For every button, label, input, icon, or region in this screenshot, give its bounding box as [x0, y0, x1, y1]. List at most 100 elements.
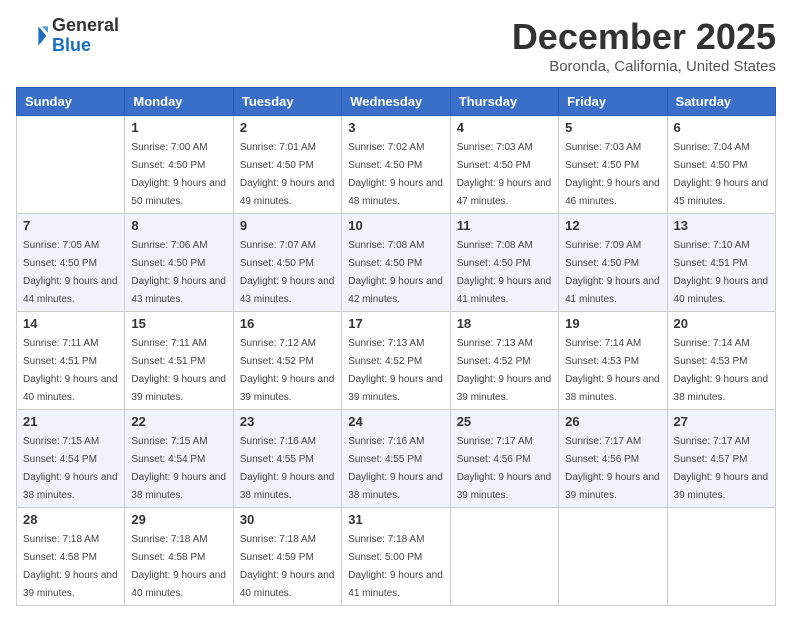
calendar-cell: 22 Sunrise: 7:15 AMSunset: 4:54 PMDaylig…	[125, 410, 233, 508]
day-number: 31	[348, 512, 443, 527]
calendar-cell: 24 Sunrise: 7:16 AMSunset: 4:55 PMDaylig…	[342, 410, 450, 508]
day-number: 21	[23, 414, 118, 429]
calendar-cell: 10 Sunrise: 7:08 AMSunset: 4:50 PMDaylig…	[342, 214, 450, 312]
day-number: 1	[131, 120, 226, 135]
day-info: Sunrise: 7:18 AMSunset: 5:00 PMDaylight:…	[348, 534, 443, 599]
day-info: Sunrise: 7:08 AMSunset: 4:50 PMDaylight:…	[457, 240, 552, 305]
weekday-header: Saturday	[667, 88, 775, 116]
day-number: 10	[348, 218, 443, 233]
day-info: Sunrise: 7:05 AMSunset: 4:50 PMDaylight:…	[23, 240, 118, 305]
calendar-cell: 5 Sunrise: 7:03 AMSunset: 4:50 PMDayligh…	[559, 116, 667, 214]
day-info: Sunrise: 7:01 AMSunset: 4:50 PMDaylight:…	[240, 142, 335, 207]
day-info: Sunrise: 7:14 AMSunset: 4:53 PMDaylight:…	[674, 338, 769, 403]
day-info: Sunrise: 7:06 AMSunset: 4:50 PMDaylight:…	[131, 240, 226, 305]
day-number: 18	[457, 316, 552, 331]
day-info: Sunrise: 7:13 AMSunset: 4:52 PMDaylight:…	[457, 338, 552, 403]
day-number: 27	[674, 414, 769, 429]
day-info: Sunrise: 7:12 AMSunset: 4:52 PMDaylight:…	[240, 338, 335, 403]
weekday-header: Monday	[125, 88, 233, 116]
day-number: 15	[131, 316, 226, 331]
logo-general: General	[52, 15, 119, 35]
calendar-cell: 18 Sunrise: 7:13 AMSunset: 4:52 PMDaylig…	[450, 312, 558, 410]
calendar-cell: 26 Sunrise: 7:17 AMSunset: 4:56 PMDaylig…	[559, 410, 667, 508]
day-info: Sunrise: 7:16 AMSunset: 4:55 PMDaylight:…	[240, 436, 335, 501]
day-info: Sunrise: 7:03 AMSunset: 4:50 PMDaylight:…	[565, 142, 660, 207]
day-number: 4	[457, 120, 552, 135]
calendar-cell: 9 Sunrise: 7:07 AMSunset: 4:50 PMDayligh…	[233, 214, 341, 312]
calendar-cell	[667, 508, 775, 606]
calendar-week-row: 14 Sunrise: 7:11 AMSunset: 4:51 PMDaylig…	[17, 312, 776, 410]
calendar-cell: 21 Sunrise: 7:15 AMSunset: 4:54 PMDaylig…	[17, 410, 125, 508]
calendar-week-row: 1 Sunrise: 7:00 AMSunset: 4:50 PMDayligh…	[17, 116, 776, 214]
title-block: December 2025 Boronda, California, Unite…	[512, 16, 776, 75]
day-number: 17	[348, 316, 443, 331]
calendar-cell: 3 Sunrise: 7:02 AMSunset: 4:50 PMDayligh…	[342, 116, 450, 214]
day-number: 20	[674, 316, 769, 331]
day-info: Sunrise: 7:17 AMSunset: 4:56 PMDaylight:…	[457, 436, 552, 501]
day-info: Sunrise: 7:17 AMSunset: 4:57 PMDaylight:…	[674, 436, 769, 501]
day-info: Sunrise: 7:08 AMSunset: 4:50 PMDaylight:…	[348, 240, 443, 305]
calendar-cell: 31 Sunrise: 7:18 AMSunset: 5:00 PMDaylig…	[342, 508, 450, 606]
calendar-cell: 2 Sunrise: 7:01 AMSunset: 4:50 PMDayligh…	[233, 116, 341, 214]
day-info: Sunrise: 7:11 AMSunset: 4:51 PMDaylight:…	[23, 338, 118, 403]
weekday-header: Wednesday	[342, 88, 450, 116]
day-number: 14	[23, 316, 118, 331]
day-number: 7	[23, 218, 118, 233]
day-info: Sunrise: 7:10 AMSunset: 4:51 PMDaylight:…	[674, 240, 769, 305]
day-number: 9	[240, 218, 335, 233]
calendar-cell: 12 Sunrise: 7:09 AMSunset: 4:50 PMDaylig…	[559, 214, 667, 312]
day-number: 3	[348, 120, 443, 135]
calendar-cell: 16 Sunrise: 7:12 AMSunset: 4:52 PMDaylig…	[233, 312, 341, 410]
day-info: Sunrise: 7:18 AMSunset: 4:58 PMDaylight:…	[131, 534, 226, 599]
calendar-cell: 30 Sunrise: 7:18 AMSunset: 4:59 PMDaylig…	[233, 508, 341, 606]
weekday-header: Friday	[559, 88, 667, 116]
calendar-cell: 25 Sunrise: 7:17 AMSunset: 4:56 PMDaylig…	[450, 410, 558, 508]
calendar-cell: 14 Sunrise: 7:11 AMSunset: 4:51 PMDaylig…	[17, 312, 125, 410]
day-info: Sunrise: 7:07 AMSunset: 4:50 PMDaylight:…	[240, 240, 335, 305]
day-number: 26	[565, 414, 660, 429]
calendar-cell: 8 Sunrise: 7:06 AMSunset: 4:50 PMDayligh…	[125, 214, 233, 312]
calendar-cell: 11 Sunrise: 7:08 AMSunset: 4:50 PMDaylig…	[450, 214, 558, 312]
day-info: Sunrise: 7:16 AMSunset: 4:55 PMDaylight:…	[348, 436, 443, 501]
day-number: 23	[240, 414, 335, 429]
day-info: Sunrise: 7:14 AMSunset: 4:53 PMDaylight:…	[565, 338, 660, 403]
day-number: 19	[565, 316, 660, 331]
day-number: 22	[131, 414, 226, 429]
day-number: 12	[565, 218, 660, 233]
location: Boronda, California, United States	[512, 58, 776, 75]
day-number: 25	[457, 414, 552, 429]
calendar-cell: 20 Sunrise: 7:14 AMSunset: 4:53 PMDaylig…	[667, 312, 775, 410]
calendar-cell: 13 Sunrise: 7:10 AMSunset: 4:51 PMDaylig…	[667, 214, 775, 312]
calendar-cell: 15 Sunrise: 7:11 AMSunset: 4:51 PMDaylig…	[125, 312, 233, 410]
day-info: Sunrise: 7:00 AMSunset: 4:50 PMDaylight:…	[131, 142, 226, 207]
day-info: Sunrise: 7:18 AMSunset: 4:59 PMDaylight:…	[240, 534, 335, 599]
day-number: 8	[131, 218, 226, 233]
calendar-cell: 29 Sunrise: 7:18 AMSunset: 4:58 PMDaylig…	[125, 508, 233, 606]
logo: General Blue	[16, 16, 119, 56]
day-info: Sunrise: 7:17 AMSunset: 4:56 PMDaylight:…	[565, 436, 660, 501]
day-number: 29	[131, 512, 226, 527]
weekday-header: Tuesday	[233, 88, 341, 116]
weekday-header-row: SundayMondayTuesdayWednesdayThursdayFrid…	[17, 88, 776, 116]
day-info: Sunrise: 7:15 AMSunset: 4:54 PMDaylight:…	[23, 436, 118, 501]
calendar-cell: 27 Sunrise: 7:17 AMSunset: 4:57 PMDaylig…	[667, 410, 775, 508]
calendar-cell: 19 Sunrise: 7:14 AMSunset: 4:53 PMDaylig…	[559, 312, 667, 410]
day-number: 13	[674, 218, 769, 233]
day-number: 30	[240, 512, 335, 527]
day-info: Sunrise: 7:03 AMSunset: 4:50 PMDaylight:…	[457, 142, 552, 207]
calendar-cell: 17 Sunrise: 7:13 AMSunset: 4:52 PMDaylig…	[342, 312, 450, 410]
calendar-week-row: 28 Sunrise: 7:18 AMSunset: 4:58 PMDaylig…	[17, 508, 776, 606]
day-number: 5	[565, 120, 660, 135]
weekday-header: Thursday	[450, 88, 558, 116]
month-title: December 2025	[512, 16, 776, 58]
calendar-week-row: 7 Sunrise: 7:05 AMSunset: 4:50 PMDayligh…	[17, 214, 776, 312]
calendar-cell: 28 Sunrise: 7:18 AMSunset: 4:58 PMDaylig…	[17, 508, 125, 606]
calendar: SundayMondayTuesdayWednesdayThursdayFrid…	[16, 87, 776, 606]
day-info: Sunrise: 7:02 AMSunset: 4:50 PMDaylight:…	[348, 142, 443, 207]
calendar-cell: 6 Sunrise: 7:04 AMSunset: 4:50 PMDayligh…	[667, 116, 775, 214]
logo-icon	[16, 20, 48, 52]
calendar-cell: 4 Sunrise: 7:03 AMSunset: 4:50 PMDayligh…	[450, 116, 558, 214]
day-number: 16	[240, 316, 335, 331]
day-info: Sunrise: 7:13 AMSunset: 4:52 PMDaylight:…	[348, 338, 443, 403]
calendar-cell	[450, 508, 558, 606]
